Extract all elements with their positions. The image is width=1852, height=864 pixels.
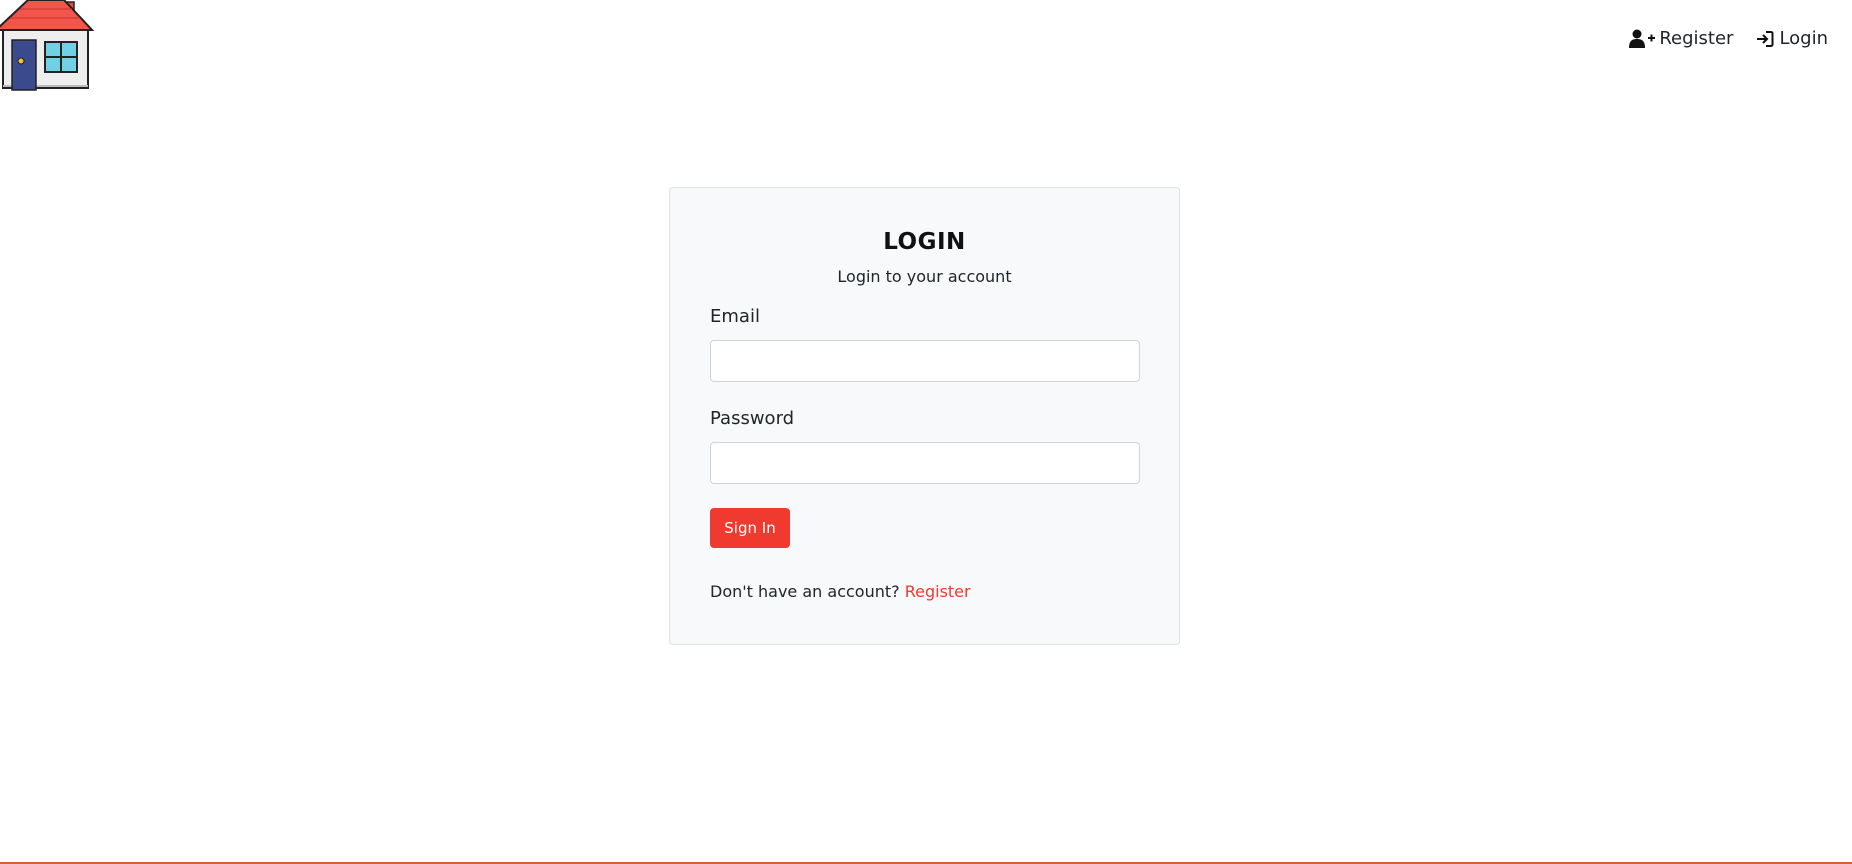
house-logo-icon[interactable] <box>0 0 95 92</box>
login-subtitle: Login to your account <box>837 267 1012 286</box>
nav-register-link[interactable]: Register <box>1629 28 1733 49</box>
login-title: LOGIN <box>883 229 966 255</box>
nav-login-label: Login <box>1779 28 1828 49</box>
register-link[interactable]: Register <box>905 582 971 601</box>
sign-in-button[interactable]: Sign In <box>710 508 790 548</box>
nav-login-link[interactable]: Login <box>1755 28 1828 49</box>
nav-register-label: Register <box>1659 28 1734 49</box>
top-nav: Register Login <box>1629 28 1828 49</box>
sign-in-icon <box>1755 29 1775 49</box>
page: Register Login LOGIN Login to your accou… <box>0 0 1852 864</box>
email-field[interactable] <box>710 340 1140 382</box>
password-label: Password <box>710 408 795 429</box>
password-field[interactable] <box>710 442 1140 484</box>
user-plus-icon <box>1629 29 1656 49</box>
register-prompt: Don't have an account? Register <box>710 582 971 601</box>
email-label: Email <box>710 306 760 327</box>
register-prompt-text: Don't have an account? <box>710 582 900 601</box>
